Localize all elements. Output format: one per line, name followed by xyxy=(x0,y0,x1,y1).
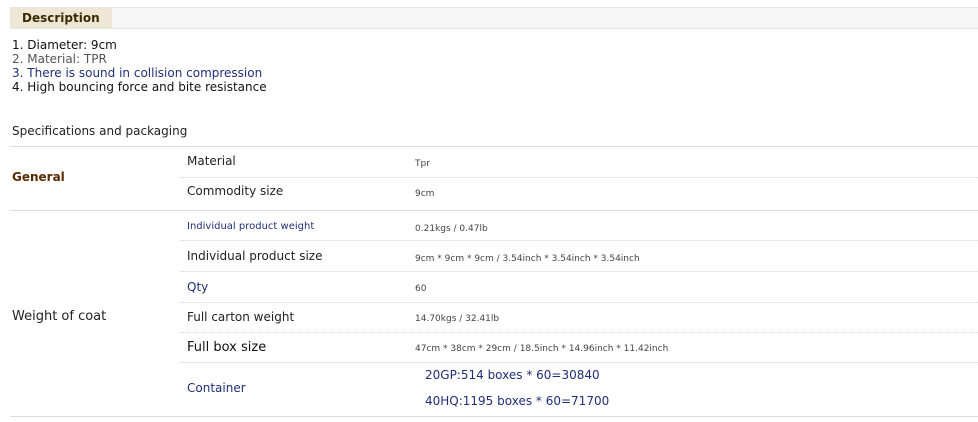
row-divider xyxy=(180,332,978,333)
group-divider xyxy=(10,416,978,417)
spec-value-box-size: 47cm * 38cm * 29cm / 18.5inch * 14.96inc… xyxy=(415,344,669,354)
spec-name-individual-size: Individual product size xyxy=(187,249,323,263)
spec-value-container-40hq: 40HQ:1195 boxes * 60=71700 xyxy=(425,394,610,408)
description-item: 4. High bouncing force and bite resistan… xyxy=(12,80,267,94)
spec-value-individual-size: 9cm * 9cm * 9cm / 3.54inch * 3.54inch * … xyxy=(415,254,640,264)
spec-value-individual-weight: 0.21kgs / 0.47lb xyxy=(415,224,488,234)
row-divider xyxy=(180,302,978,303)
spec-value-carton-weight: 14.70kgs / 32.41lb xyxy=(415,314,500,324)
description-header: Description xyxy=(10,7,978,29)
spec-name-qty: Qty xyxy=(187,280,209,294)
spec-name-commodity-size: Commodity size xyxy=(187,184,284,198)
spec-value-qty: 60 xyxy=(415,284,427,294)
spec-value-commodity-size: 9cm xyxy=(415,189,435,199)
description-item: 2. Material: TPR xyxy=(12,52,107,66)
description-list: 1. Diameter: 9cm 2. Material: TPR 3. The… xyxy=(12,38,267,94)
row-divider xyxy=(180,177,978,178)
description-tab[interactable]: Description xyxy=(10,8,112,28)
row-divider xyxy=(180,240,978,241)
description-item: 3. There is sound in collision compressi… xyxy=(12,66,263,80)
divider xyxy=(10,146,978,147)
row-divider xyxy=(180,362,978,363)
description-item: 1. Diameter: 9cm xyxy=(12,38,117,52)
spec-name-material: Material xyxy=(187,154,236,168)
spec-name-individual-weight: Individual product weight xyxy=(187,221,315,232)
group-label-general: General xyxy=(12,170,65,184)
spec-name-carton-weight: Full carton weight xyxy=(187,310,295,324)
group-label-weight: Weight of coat xyxy=(12,309,107,324)
spec-value-material: Tpr xyxy=(415,159,430,169)
row-divider xyxy=(180,271,978,272)
specs-title: Specifications and packaging xyxy=(12,124,188,138)
spec-value-container-20gp: 20GP:514 boxes * 60=30840 xyxy=(425,368,600,382)
spec-name-box-size: Full box size xyxy=(187,340,267,355)
spec-name-container: Container xyxy=(187,381,246,395)
group-divider xyxy=(10,210,978,211)
